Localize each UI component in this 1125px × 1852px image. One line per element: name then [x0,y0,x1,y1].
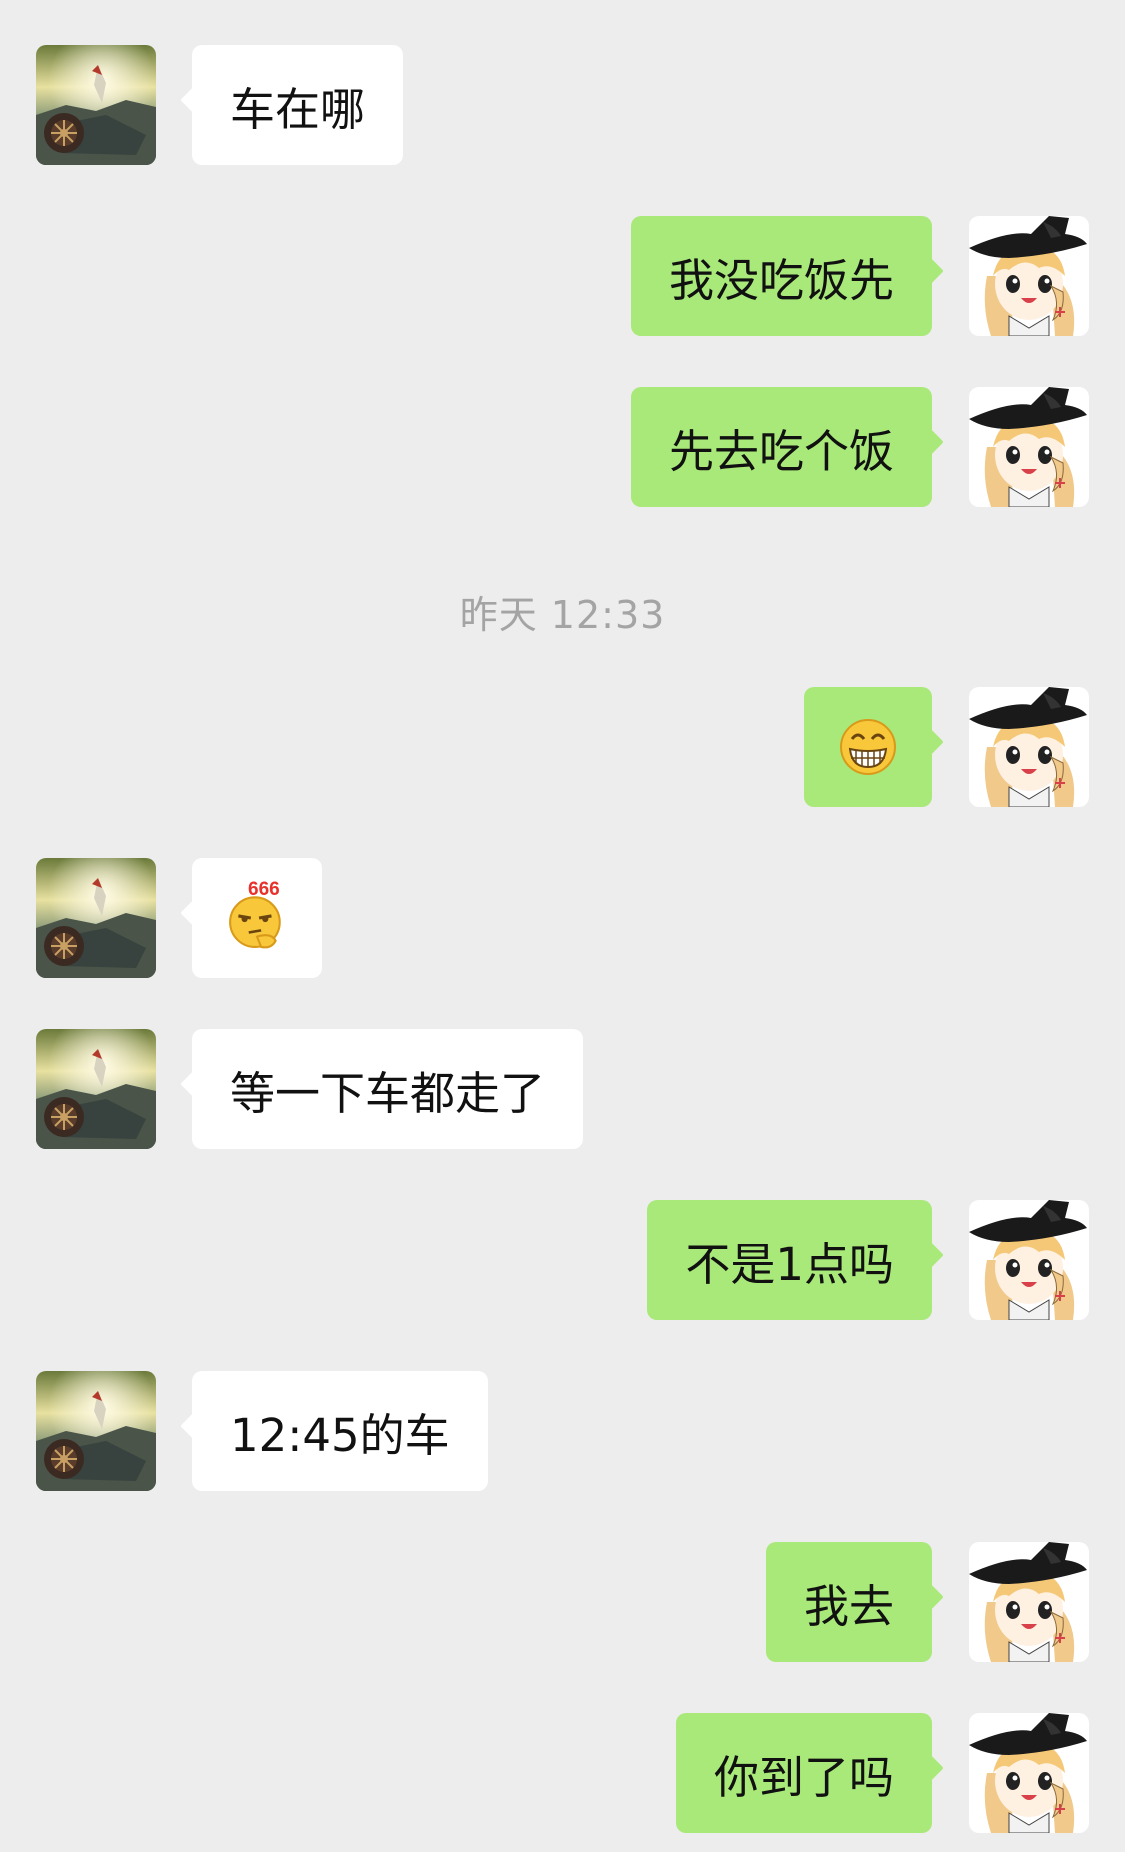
message-text: 我没吃饭先 [668,253,894,307]
self-avatar[interactable] [969,387,1089,507]
self-avatar[interactable] [969,1713,1089,1833]
message-row: 我没吃饭先 [0,216,1125,336]
message-row: 先去吃个饭 [0,387,1125,507]
message-text: 等一下车都走了 [230,1066,546,1120]
self-avatar[interactable] [969,216,1089,336]
contact-avatar[interactable] [36,45,156,165]
message-bubble[interactable]: 我去 [765,1542,932,1662]
grinning-face-emoji-icon [839,718,897,776]
message-row: 12:45的车 [0,1371,1125,1491]
message-text: 你到了吗 [713,1750,894,1804]
self-avatar[interactable] [969,687,1089,807]
self-avatar[interactable] [969,1200,1089,1320]
contact-avatar[interactable] [36,858,156,978]
message-bubble[interactable]: 12:45的车 [192,1371,488,1491]
message-bubble[interactable]: 不是1点吗 [647,1200,932,1320]
message-row: 车在哪 [0,45,1125,165]
message-row: 不是1点吗 [0,1200,1125,1320]
message-bubble[interactable]: 等一下车都走了 [192,1029,584,1149]
message-row: 666 [0,858,1125,978]
message-bubble[interactable]: 你到了吗 [675,1713,932,1833]
message-bubble[interactable]: 车在哪 [192,45,404,165]
message-bubble[interactable]: 666 [192,858,322,978]
message-row: 等一下车都走了 [0,1029,1125,1149]
666-thinking-emoji-icon: 666 [226,879,288,949]
message-text: 12:45的车 [230,1408,450,1462]
message-row [0,687,1125,807]
self-avatar[interactable] [969,1542,1089,1662]
emoji-666-label: 666 [248,879,280,900]
message-text: 先去吃个饭 [668,424,894,478]
message-bubble[interactable]: 先去吃个饭 [630,387,932,507]
message-row: 你到了吗 [0,1713,1125,1833]
message-row: 我去 [0,1542,1125,1662]
message-text: 我去 [803,1579,894,1633]
contact-avatar[interactable] [36,1029,156,1149]
message-bubble[interactable]: 我没吃饭先 [630,216,932,336]
chat-timestamp: 昨天 12:33 [459,593,666,637]
message-text: 车在哪 [230,82,366,136]
contact-avatar[interactable] [36,1371,156,1491]
message-bubble[interactable] [804,687,932,807]
message-text: 不是1点吗 [685,1237,894,1291]
